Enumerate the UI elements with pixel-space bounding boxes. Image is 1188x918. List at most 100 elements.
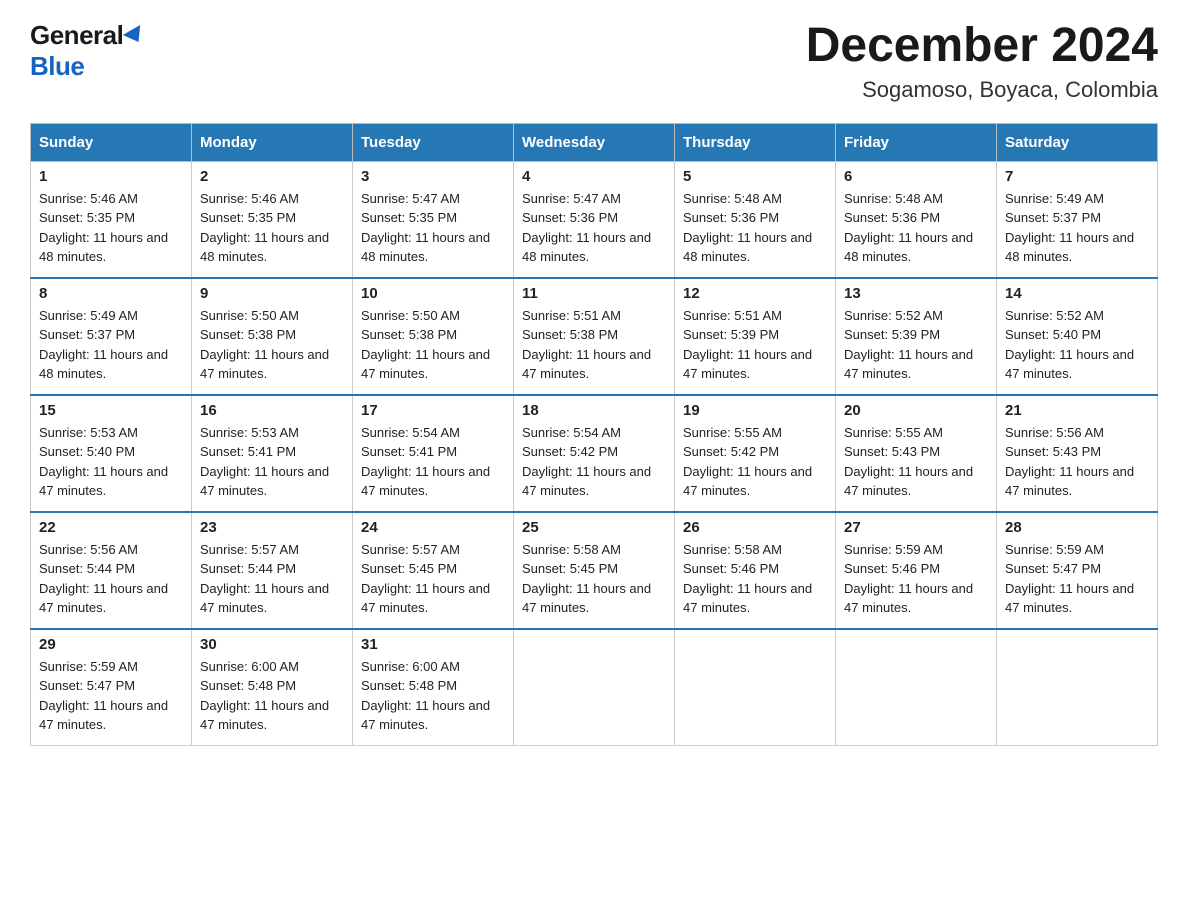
day-info: Sunrise: 5:51 AMSunset: 5:38 PMDaylight:… [522, 306, 666, 384]
day-info: Sunrise: 5:48 AMSunset: 5:36 PMDaylight:… [683, 189, 827, 267]
calendar-cell: 10 Sunrise: 5:50 AMSunset: 5:38 PMDayligh… [353, 278, 514, 395]
day-info: Sunrise: 5:50 AMSunset: 5:38 PMDaylight:… [200, 306, 344, 384]
day-info: Sunrise: 5:46 AMSunset: 5:35 PMDaylight:… [39, 189, 183, 267]
calendar-cell: 1 Sunrise: 5:46 AMSunset: 5:35 PMDaylight… [31, 161, 192, 278]
calendar-cell: 11 Sunrise: 5:51 AMSunset: 5:38 PMDayligh… [514, 278, 675, 395]
day-info: Sunrise: 5:58 AMSunset: 5:45 PMDaylight:… [522, 540, 666, 618]
calendar-cell: 15 Sunrise: 5:53 AMSunset: 5:40 PMDayligh… [31, 395, 192, 512]
weekday-header-wednesday: Wednesday [514, 123, 675, 161]
day-info: Sunrise: 5:48 AMSunset: 5:36 PMDaylight:… [844, 189, 988, 267]
day-info: Sunrise: 5:56 AMSunset: 5:44 PMDaylight:… [39, 540, 183, 618]
day-number: 30 [200, 636, 344, 653]
day-number: 31 [361, 636, 505, 653]
calendar-cell: 4 Sunrise: 5:47 AMSunset: 5:36 PMDaylight… [514, 161, 675, 278]
logo-blue-text: Blue [30, 51, 84, 82]
calendar-cell: 2Sunrise: 5:46 AMSunset: 5:35 PMDaylight… [192, 161, 353, 278]
calendar-cell: 18Sunrise: 5:54 AMSunset: 5:42 PMDayligh… [514, 395, 675, 512]
day-info: Sunrise: 5:51 AMSunset: 5:39 PMDaylight:… [683, 306, 827, 384]
page-header: General Blue December 2024 Sogamoso, Boy… [30, 20, 1158, 103]
calendar-table: SundayMondayTuesdayWednesdayThursdayFrid… [30, 123, 1158, 746]
calendar-cell [675, 629, 836, 746]
weekday-header-saturday: Saturday [997, 123, 1158, 161]
day-number: 15 [39, 402, 183, 419]
day-info: Sunrise: 5:56 AMSunset: 5:43 PMDaylight:… [1005, 423, 1149, 501]
day-info: Sunrise: 5:49 AMSunset: 5:37 PMDaylight:… [1005, 189, 1149, 267]
day-info: Sunrise: 5:57 AMSunset: 5:45 PMDaylight:… [361, 540, 505, 618]
calendar-cell [997, 629, 1158, 746]
calendar-cell: 3Sunrise: 5:47 AMSunset: 5:35 PMDaylight… [353, 161, 514, 278]
calendar-cell: 12Sunrise: 5:51 AMSunset: 5:39 PMDayligh… [675, 278, 836, 395]
day-number: 18 [522, 402, 666, 419]
day-number: 11 [522, 285, 666, 302]
calendar-cell: 29Sunrise: 5:59 AMSunset: 5:47 PMDayligh… [31, 629, 192, 746]
calendar-cell: 19 Sunrise: 5:55 AMSunset: 5:42 PMDayligh… [675, 395, 836, 512]
day-info: Sunrise: 5:55 AMSunset: 5:42 PMDaylight:… [683, 423, 827, 501]
day-info: Sunrise: 5:52 AMSunset: 5:39 PMDaylight:… [844, 306, 988, 384]
day-number: 10 [361, 285, 505, 302]
logo-general-text: General [30, 20, 123, 51]
day-number: 26 [683, 519, 827, 536]
calendar-cell: 22 Sunrise: 5:56 AMSunset: 5:44 PMDayligh… [31, 512, 192, 629]
calendar-subtitle: Sogamoso, Boyaca, Colombia [806, 77, 1158, 103]
day-number: 1 [39, 168, 183, 185]
day-number: 27 [844, 519, 988, 536]
calendar-cell: 9 Sunrise: 5:50 AMSunset: 5:38 PMDaylight… [192, 278, 353, 395]
day-number: 7 [1005, 168, 1149, 185]
day-info: Sunrise: 5:58 AMSunset: 5:46 PMDaylight:… [683, 540, 827, 618]
day-info: Sunrise: 5:50 AMSunset: 5:38 PMDaylight:… [361, 306, 505, 384]
calendar-cell: 21 Sunrise: 5:56 AMSunset: 5:43 PMDayligh… [997, 395, 1158, 512]
day-number: 13 [844, 285, 988, 302]
calendar-header: SundayMondayTuesdayWednesdayThursdayFrid… [31, 123, 1158, 161]
logo: General Blue [30, 20, 145, 82]
calendar-cell: 30 Sunrise: 6:00 AMSunset: 5:48 PMDayligh… [192, 629, 353, 746]
day-number: 2 [200, 168, 344, 185]
day-number: 9 [200, 285, 344, 302]
calendar-cell: 8 Sunrise: 5:49 AMSunset: 5:37 PMDaylight… [31, 278, 192, 395]
day-info: Sunrise: 5:55 AMSunset: 5:43 PMDaylight:… [844, 423, 988, 501]
calendar-cell: 20 Sunrise: 5:55 AMSunset: 5:43 PMDayligh… [836, 395, 997, 512]
day-number: 29 [39, 636, 183, 653]
calendar-cell: 5Sunrise: 5:48 AMSunset: 5:36 PMDaylight… [675, 161, 836, 278]
day-number: 17 [361, 402, 505, 419]
calendar-cell: 28 Sunrise: 5:59 AMSunset: 5:47 PMDayligh… [997, 512, 1158, 629]
day-info: Sunrise: 5:52 AMSunset: 5:40 PMDaylight:… [1005, 306, 1149, 384]
day-info: Sunrise: 6:00 AMSunset: 5:48 PMDaylight:… [200, 657, 344, 735]
day-info: Sunrise: 5:53 AMSunset: 5:41 PMDaylight:… [200, 423, 344, 501]
day-number: 24 [361, 519, 505, 536]
calendar-cell: 6Sunrise: 5:48 AMSunset: 5:36 PMDaylight… [836, 161, 997, 278]
day-number: 22 [39, 519, 183, 536]
day-info: Sunrise: 5:57 AMSunset: 5:44 PMDaylight:… [200, 540, 344, 618]
calendar-week-row: 8 Sunrise: 5:49 AMSunset: 5:37 PMDaylight… [31, 278, 1158, 395]
day-info: Sunrise: 5:53 AMSunset: 5:40 PMDaylight:… [39, 423, 183, 501]
day-info: Sunrise: 5:59 AMSunset: 5:47 PMDaylight:… [1005, 540, 1149, 618]
calendar-cell: 31 Sunrise: 6:00 AMSunset: 5:48 PMDayligh… [353, 629, 514, 746]
calendar-week-row: 29Sunrise: 5:59 AMSunset: 5:47 PMDayligh… [31, 629, 1158, 746]
day-number: 14 [1005, 285, 1149, 302]
calendar-cell: 25 Sunrise: 5:58 AMSunset: 5:45 PMDayligh… [514, 512, 675, 629]
calendar-cell: 27 Sunrise: 5:59 AMSunset: 5:46 PMDayligh… [836, 512, 997, 629]
day-number: 28 [1005, 519, 1149, 536]
calendar-cell: 17 Sunrise: 5:54 AMSunset: 5:41 PMDayligh… [353, 395, 514, 512]
day-number: 4 [522, 168, 666, 185]
day-info: Sunrise: 5:47 AMSunset: 5:36 PMDaylight:… [522, 189, 666, 267]
day-number: 16 [200, 402, 344, 419]
title-area: December 2024 Sogamoso, Boyaca, Colombia [806, 20, 1158, 103]
calendar-body: 1 Sunrise: 5:46 AMSunset: 5:35 PMDaylight… [31, 161, 1158, 745]
day-number: 19 [683, 402, 827, 419]
day-info: Sunrise: 5:54 AMSunset: 5:41 PMDaylight:… [361, 423, 505, 501]
weekday-header-sunday: Sunday [31, 123, 192, 161]
day-info: Sunrise: 5:59 AMSunset: 5:46 PMDaylight:… [844, 540, 988, 618]
weekday-header-monday: Monday [192, 123, 353, 161]
calendar-week-row: 22 Sunrise: 5:56 AMSunset: 5:44 PMDayligh… [31, 512, 1158, 629]
day-info: Sunrise: 5:49 AMSunset: 5:37 PMDaylight:… [39, 306, 183, 384]
day-number: 20 [844, 402, 988, 419]
day-number: 23 [200, 519, 344, 536]
calendar-cell: 7 Sunrise: 5:49 AMSunset: 5:37 PMDaylight… [997, 161, 1158, 278]
day-number: 21 [1005, 402, 1149, 419]
calendar-week-row: 1 Sunrise: 5:46 AMSunset: 5:35 PMDaylight… [31, 161, 1158, 278]
calendar-cell: 26 Sunrise: 5:58 AMSunset: 5:46 PMDayligh… [675, 512, 836, 629]
calendar-cell: 24 Sunrise: 5:57 AMSunset: 5:45 PMDayligh… [353, 512, 514, 629]
day-number: 8 [39, 285, 183, 302]
day-number: 25 [522, 519, 666, 536]
day-info: Sunrise: 6:00 AMSunset: 5:48 PMDaylight:… [361, 657, 505, 735]
